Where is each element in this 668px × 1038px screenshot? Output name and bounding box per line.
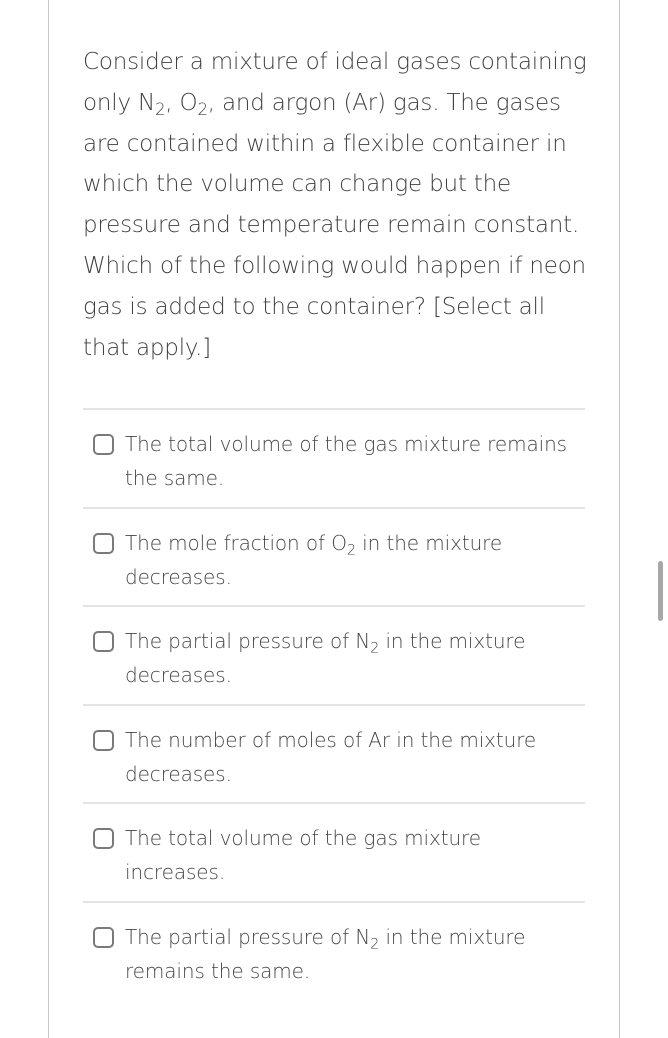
checkbox-icon[interactable] [93, 926, 114, 948]
option-label: The total volume of the gas mixture incr… [125, 826, 481, 885]
subscript: 2 [370, 640, 380, 657]
option-label: The mole fraction of O2 in the mixture d… [125, 530, 503, 589]
question-text: Consider a mixture of ideal gases contai… [83, 49, 587, 361]
answer-option[interactable]: The total volume of the gas mixture incr… [83, 804, 585, 901]
subscript: 2 [197, 99, 208, 119]
subscript: 2 [346, 541, 356, 558]
subscript: 2 [154, 99, 166, 119]
checkbox-icon[interactable] [93, 434, 114, 455]
answer-options-list: The total volume of the gas mixture rema… [83, 408, 585, 1000]
answer-option[interactable]: The number of moles of Ar in the mixture… [83, 706, 585, 803]
answer-option[interactable]: The mole fraction of O2 in the mixture d… [83, 509, 585, 606]
answer-option[interactable]: The partial pressure of N2 in the mixtur… [83, 607, 585, 704]
scrollbar[interactable] [658, 561, 663, 621]
subscript: 2 [370, 936, 380, 953]
answer-option[interactable]: The partial pressure of N2 in the mixtur… [83, 903, 585, 1000]
option-label: The total volume of the gas mixture rema… [125, 432, 567, 490]
option-label: The partial pressure of N2 in the mixtur… [125, 629, 526, 688]
checkbox-icon[interactable] [93, 729, 114, 751]
option-label: The number of moles of Ar in the mixture… [125, 727, 537, 786]
checkbox-icon[interactable] [93, 631, 114, 653]
checkbox-icon[interactable] [93, 532, 114, 554]
option-label: The partial pressure of N2 in the mixtur… [125, 924, 526, 983]
answer-option[interactable]: The total volume of the gas mixture rema… [83, 410, 585, 507]
checkbox-icon[interactable] [93, 828, 114, 850]
